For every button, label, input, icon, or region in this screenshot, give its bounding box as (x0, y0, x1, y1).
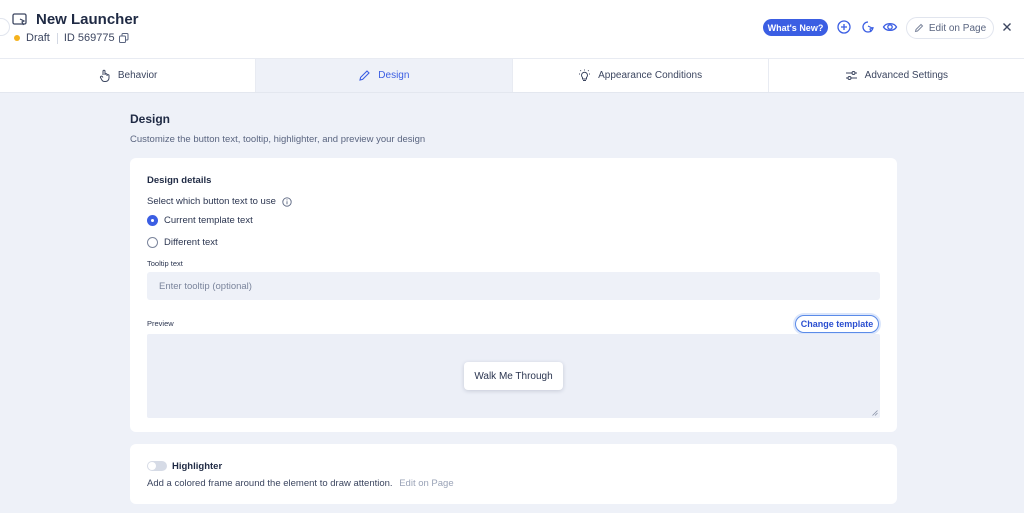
select-text-label: Select which button text to use (147, 196, 292, 207)
status-dot (14, 35, 20, 41)
hand-pointer-icon (99, 69, 110, 82)
preview-launcher-button[interactable]: Walk Me Through (464, 362, 563, 390)
header: New Launcher Draft ID 569775 What's New?… (0, 0, 1024, 58)
divider (56, 32, 58, 44)
radio-button-checked[interactable] (147, 215, 158, 226)
tooltip-input[interactable] (147, 272, 880, 300)
edit-on-page-button[interactable]: Edit on Page (906, 17, 994, 39)
radio-different-text[interactable]: Different text (147, 237, 218, 248)
radio-current-template[interactable]: Current template text (147, 215, 253, 226)
tab-behavior[interactable]: Behavior (0, 59, 257, 92)
tab-bar: Behavior Design Appearance Conditions Ad… (0, 58, 1024, 93)
radio-label: Different text (164, 237, 218, 248)
pencil-icon (914, 23, 924, 33)
resize-grip-icon[interactable] (872, 410, 878, 416)
sliders-icon (845, 71, 857, 80)
tab-label: Appearance Conditions (598, 70, 703, 81)
launcher-icon (12, 13, 27, 26)
preview-area: Walk Me Through (147, 334, 880, 418)
design-details-card: Design details Select which button text … (130, 158, 897, 432)
pencil-icon (359, 70, 371, 81)
tab-design[interactable]: Design (256, 59, 513, 92)
page-title: New Launcher (36, 11, 139, 28)
status-row: Draft ID 569775 (14, 32, 129, 44)
tab-advanced-settings[interactable]: Advanced Settings (769, 59, 1024, 92)
id-text: ID 569775 (63, 32, 115, 44)
change-template-button[interactable]: Change template (795, 315, 879, 333)
add-circle-icon[interactable] (836, 19, 852, 35)
tab-appearance-conditions[interactable]: Appearance Conditions (513, 59, 769, 92)
collapse-handle[interactable] (0, 18, 10, 36)
lightbulb-icon (579, 69, 591, 81)
highlighter-toggle[interactable] (147, 461, 167, 471)
copy-icon[interactable] (118, 33, 129, 43)
tab-label: Design (378, 70, 410, 81)
edit-on-page-link[interactable]: Edit on Page (399, 478, 453, 489)
eye-icon[interactable] (882, 19, 898, 35)
section-subtitle: Customize the button text, tooltip, high… (130, 134, 426, 145)
status-text: Draft (26, 32, 50, 44)
select-text-label-text: Select which button text to use (147, 196, 276, 207)
highlighter-description: Add a colored frame around the element t… (147, 478, 454, 489)
tab-label: Behavior (117, 70, 158, 81)
tooltip-label: Tooltip text (147, 259, 183, 268)
radio-button[interactable] (147, 237, 158, 248)
radio-label: Current template text (164, 215, 253, 226)
highlighter-label: Highlighter (172, 461, 223, 472)
refresh-cursor-icon[interactable] (860, 19, 876, 35)
info-icon[interactable] (282, 196, 292, 207)
close-icon[interactable] (1000, 20, 1014, 34)
edit-on-page-label: Edit on Page (928, 22, 987, 34)
card-title: Design details (147, 175, 212, 186)
highlighter-card: Highlighter Add a colored frame around t… (130, 444, 897, 504)
tab-label: Advanced Settings (864, 70, 949, 81)
whats-new-button[interactable]: What's New? (763, 19, 828, 36)
highlighter-description-text: Add a colored frame around the element t… (147, 478, 393, 489)
preview-label: Preview (147, 319, 174, 328)
section-title: Design (130, 112, 171, 126)
